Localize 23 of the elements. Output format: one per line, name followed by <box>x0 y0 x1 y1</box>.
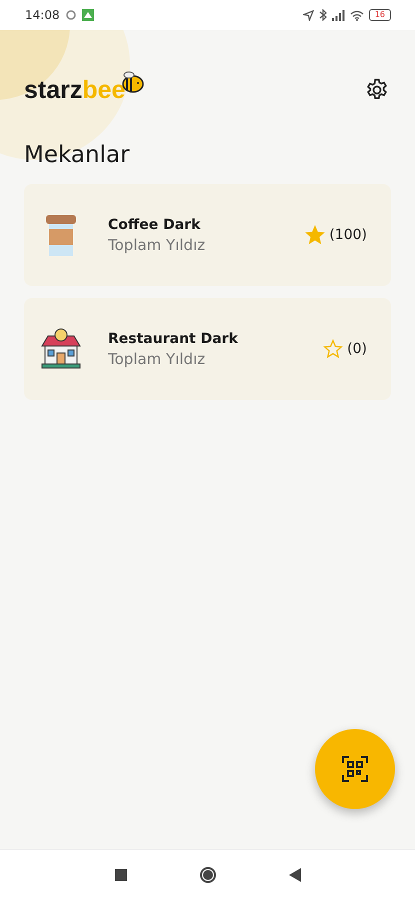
venue-subtitle: Toplam Yıldız <box>108 350 206 368</box>
location-icon <box>302 10 314 20</box>
signal-icon <box>332 10 345 20</box>
app-notification-icon <box>82 9 94 21</box>
qr-scan-button[interactable] <box>315 729 395 809</box>
star-count: (0) <box>347 341 367 357</box>
recent-apps-icon[interactable] <box>114 869 126 881</box>
qr-scan-icon <box>341 755 369 783</box>
restaurant-building-icon <box>40 328 82 370</box>
back-icon[interactable] <box>288 868 300 882</box>
home-icon[interactable] <box>198 866 216 884</box>
venue-card[interactable]: Coffee Dark Toplam Yıldız (100) <box>24 184 391 286</box>
wifi-icon <box>350 10 364 20</box>
battery-indicator: 16 <box>368 9 391 21</box>
venue-subtitle: Toplam Yıldız <box>108 236 206 254</box>
page-title: Mekanlar <box>24 142 131 168</box>
star-count: (100) <box>329 227 367 243</box>
bluetooth-icon <box>318 9 327 21</box>
venue-card[interactable]: Restaurant Dark Toplam Yıldız (0) <box>24 298 391 400</box>
coffee-cup-icon <box>44 213 78 257</box>
status-time: 14:08 <box>25 8 60 22</box>
venue-name: Restaurant Dark <box>108 330 239 346</box>
venue-name: Coffee Dark <box>108 216 202 232</box>
